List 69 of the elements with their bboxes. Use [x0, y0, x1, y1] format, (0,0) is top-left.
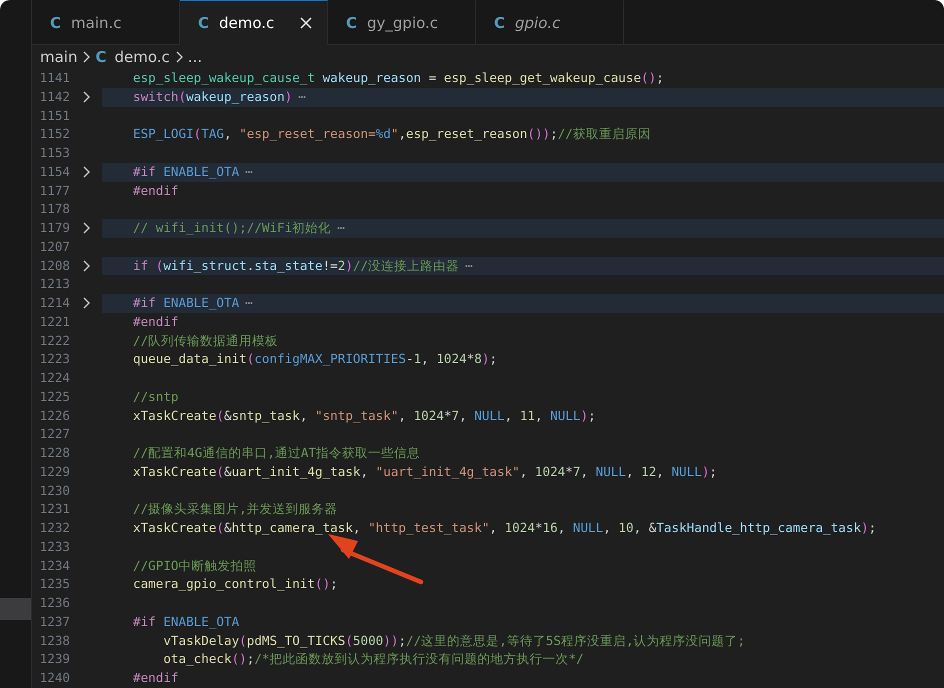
- chevron-right-icon: [174, 50, 184, 64]
- code-line: ota_check();/*把此函数放到认为程序执行没有问题的地方执行一次*/: [162, 650, 585, 668]
- line-number: 1208: [38, 256, 70, 274]
- line-number: 1214: [38, 294, 70, 312]
- line-number: 1234: [38, 556, 70, 574]
- line-number: 1229: [38, 462, 70, 481]
- file-type-label: C: [50, 14, 62, 32]
- line-number: 1238: [38, 632, 70, 650]
- line-number: 1239: [38, 650, 70, 668]
- line-number: 1233: [38, 538, 70, 556]
- line-number: 1232: [38, 519, 70, 537]
- code-line: //摄像头采集图片,并发送到服务器: [132, 500, 339, 518]
- code-line: //GPIO中断触发拍照: [132, 556, 258, 574]
- code-line: ESP_LOGI(TAG, "esp_reset_reason=%d",esp_reset_reason());//获取重启原因: [132, 125, 652, 144]
- scrollbar-thumb[interactable]: [0, 598, 31, 620]
- code-line: #endif: [132, 312, 180, 331]
- line-number: 1236: [38, 594, 70, 612]
- close-icon[interactable]: [299, 16, 313, 30]
- chevron-right-icon[interactable]: [81, 258, 91, 273]
- code-line: xTaskCreate(&http_camera_task, "http_test_task", 1024*16, NULL, 10, &TaskHandle_http_camera_task);: [132, 519, 878, 537]
- code-line: queue_data_init(configMAX_PRIORITIES-1, 1024*8);: [132, 350, 498, 368]
- line-number: 1154: [38, 162, 70, 181]
- breadcrumb-item[interactable]: main: [40, 48, 78, 66]
- line-number: 1178: [38, 200, 70, 218]
- line-number: 1151: [38, 106, 70, 124]
- line-number: 1237: [38, 612, 70, 631]
- line-number: 1228: [38, 444, 70, 462]
- file-type-label: C: [198, 14, 210, 32]
- line-number: 1225: [38, 388, 70, 406]
- line-number: 1179: [38, 219, 70, 237]
- code-line: xTaskCreate(&uart_init_4g_task, "uart_init_4g_task", 1024*7, NULL, 12, NULL);: [132, 462, 718, 481]
- chevron-right-icon[interactable]: [81, 165, 91, 180]
- line-number: 1142: [38, 88, 70, 106]
- breadcrumb-item[interactable]: demo.c: [114, 48, 170, 66]
- line-number: 1240: [38, 669, 70, 687]
- code-line: vTaskDelay(pdMS_TO_TICKS(5000));//这里的意思是,等待了5S程序没重启,认为程序没问题了;: [162, 632, 746, 650]
- line-number: 1177: [38, 182, 70, 200]
- file-type-label: C: [95, 48, 106, 66]
- chevron-right-icon[interactable]: [81, 221, 91, 236]
- code-line: #endif: [132, 182, 180, 200]
- line-number: 1231: [38, 500, 70, 518]
- editor-tab[interactable]: C demo.c: [180, 0, 328, 45]
- code-line: camera_gpio_control_init();: [132, 575, 339, 594]
- line-number: 1227: [38, 425, 70, 444]
- chevron-right-icon[interactable]: [81, 296, 91, 310]
- breadcrumb-item[interactable]: ...: [188, 48, 202, 66]
- line-number: 1222: [38, 332, 70, 350]
- code-line: //队列传输数据通用模板: [132, 332, 280, 350]
- code-line: xTaskCreate(&sntp_task, "sntp_task", 1024*7, NULL, 11, NULL);: [132, 406, 597, 425]
- line-number: 1224: [38, 369, 70, 387]
- line-number: 1153: [38, 144, 70, 162]
- code-line: esp_sleep_wakeup_cause_t wakeup_reason = esp_sleep_get_wakeup_cause();: [132, 69, 665, 87]
- line-number: 1141: [38, 69, 70, 87]
- line-number: 1223: [38, 350, 70, 368]
- line-number: 1235: [38, 575, 70, 594]
- code-line: #if ENABLE_OTA: [132, 612, 240, 631]
- line-number: 1207: [38, 238, 70, 256]
- chevron-right-icon: [81, 50, 92, 64]
- file-type-label: C: [494, 14, 506, 32]
- line-number: 1221: [38, 312, 70, 331]
- line-number: 1213: [38, 275, 70, 294]
- line-number: 1230: [38, 482, 70, 500]
- file-type-label: C: [346, 14, 358, 32]
- line-number: 1152: [38, 125, 70, 144]
- code-line: //配置和4G通信的串口,通过AT指令获取一些信息: [132, 444, 422, 462]
- code-line: #endif: [132, 669, 180, 687]
- chevron-right-icon[interactable]: [81, 90, 91, 104]
- line-number: 1226: [38, 406, 70, 424]
- code-line: //sntp: [132, 388, 180, 406]
